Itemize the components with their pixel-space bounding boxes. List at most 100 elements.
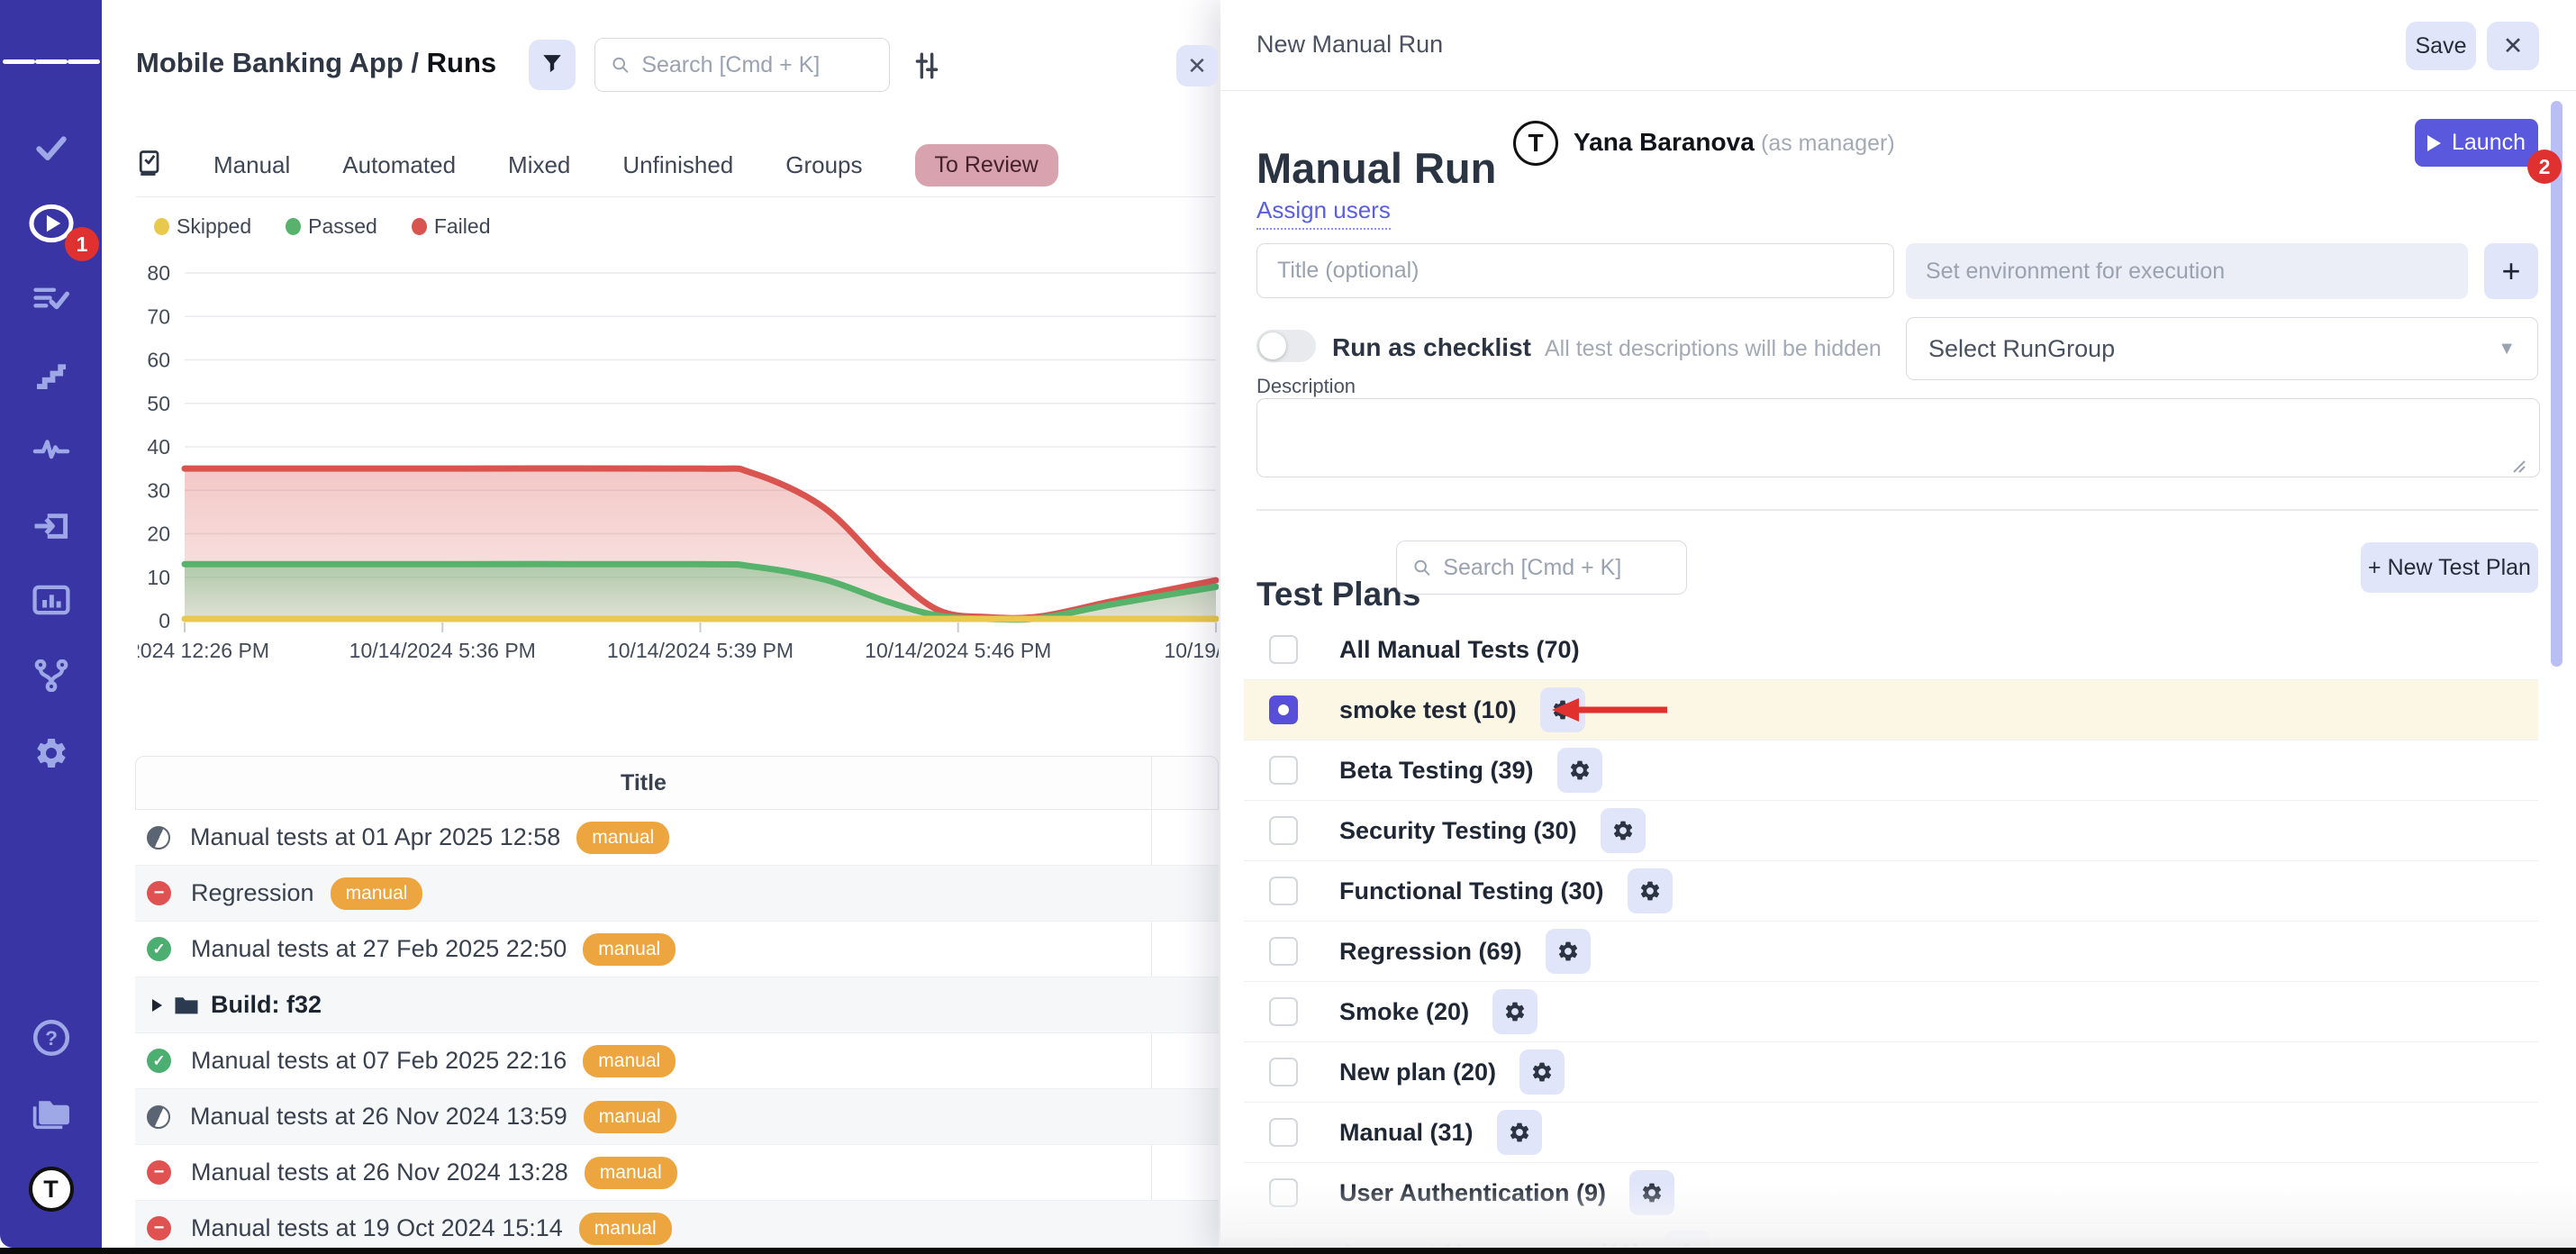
test-plan-row[interactable]: Regression (69) — [1244, 922, 2538, 982]
svg-text:60: 60 — [147, 349, 170, 372]
plan-settings-button[interactable] — [1497, 1110, 1542, 1155]
table-row[interactable]: − Manual tests at 19 Oct 2024 15:14 manu… — [135, 1201, 1219, 1254]
test-plans-search-input[interactable] — [1441, 554, 1670, 582]
app-screen: ? T 1 Mobile Banking App / Runs ✕ — [0, 0, 2576, 1254]
table-row[interactable]: ✓ Manual tests at 07 Feb 2025 22:16 manu… — [135, 1033, 1219, 1089]
plan-settings-button[interactable] — [1519, 1050, 1565, 1095]
filter-button[interactable] — [529, 40, 576, 90]
plan-settings-button[interactable] — [1557, 748, 1602, 793]
drawer-close-button[interactable]: ✕ — [2487, 22, 2539, 70]
plan-settings-button[interactable] — [1492, 989, 1537, 1034]
workspace-avatar[interactable]: T — [0, 1164, 102, 1214]
legend-failed[interactable]: Failed — [412, 214, 491, 239]
svg-text:20: 20 — [147, 522, 170, 546]
import-icon[interactable] — [0, 501, 102, 551]
legend-failed-dot — [412, 218, 427, 235]
tab-groups[interactable]: Groups — [785, 151, 862, 179]
tab-automated[interactable]: Automated — [342, 151, 456, 179]
column-title[interactable]: Title — [136, 770, 1151, 796]
table-row[interactable]: Manual tests at 01 Apr 2025 12:58 manual — [135, 810, 1219, 866]
table-row[interactable]: Manual tests at 26 Nov 2024 13:59 manual — [135, 1089, 1219, 1145]
projects-folder-icon[interactable] — [0, 1088, 102, 1139]
plan-checkbox[interactable] — [1269, 997, 1298, 1026]
svg-text:80: 80 — [147, 261, 170, 285]
plan-checkbox[interactable] — [1269, 877, 1298, 905]
svg-text:07/2024 12:26 PM: 07/2024 12:26 PM — [138, 639, 269, 662]
plan-settings-button[interactable] — [1629, 1170, 1674, 1215]
test-plan-row[interactable]: Manual (31) — [1244, 1103, 2538, 1163]
plan-checkbox[interactable] — [1269, 756, 1298, 785]
status-in-progress-icon — [147, 826, 170, 850]
branches-icon[interactable] — [0, 650, 102, 701]
manager-name: Yana Baranova — [1574, 128, 1755, 157]
test-plan-row[interactable]: User Authentication (9) — [1244, 1163, 2538, 1223]
legend-skipped-dot — [154, 218, 169, 235]
new-test-plan-button[interactable]: + New Test Plan — [2361, 542, 2538, 593]
tab-manual[interactable]: Manual — [213, 151, 290, 179]
tab-to-review[interactable]: To Review — [915, 144, 1058, 186]
drawer-scrollbar[interactable] — [2551, 101, 2562, 667]
plan-checkbox[interactable] — [1269, 816, 1298, 845]
checklist-label: Run as checklist — [1332, 333, 1531, 362]
plan-settings-button[interactable] — [1546, 929, 1591, 974]
reports-chart-icon[interactable] — [0, 575, 102, 625]
launch-button[interactable]: Launch — [2415, 119, 2538, 167]
drawer-header: New Manual Run Save ✕ — [1220, 0, 2576, 91]
plan-settings-button[interactable] — [1601, 808, 1646, 853]
settings-gear-icon[interactable] — [0, 728, 102, 778]
analytics-pulse-icon[interactable] — [0, 423, 102, 474]
test-plan-list: All Manual Tests (70) smoke test (10) Be… — [1244, 620, 2538, 1254]
test-plan-row[interactable]: Smoke (20) — [1244, 982, 2538, 1042]
test-plan-row[interactable]: All Manual Tests (70) — [1244, 620, 2538, 680]
test-plan-row[interactable]: Beta Testing (39) — [1244, 741, 2538, 801]
tab-mixed[interactable]: Mixed — [508, 151, 570, 179]
plan-settings-button[interactable] — [1628, 868, 1673, 913]
breadcrumb-project[interactable]: Mobile Banking App — [136, 47, 404, 78]
rungroup-select[interactable]: Select RunGroup ▼ — [1906, 317, 2538, 380]
breadcrumb-page: Runs — [427, 47, 497, 78]
plan-checkbox[interactable] — [1269, 635, 1298, 664]
tab-unfinished[interactable]: Unfinished — [622, 151, 733, 179]
filter-settings-icon[interactable] — [912, 50, 942, 81]
select-runs-icon[interactable] — [136, 150, 161, 181]
legend-passed[interactable]: Passed — [286, 214, 377, 239]
svg-text:10/14/2024 5:39 PM: 10/14/2024 5:39 PM — [607, 639, 794, 662]
plan-checkbox[interactable] — [1269, 937, 1298, 966]
tests-check-icon[interactable] — [0, 123, 102, 173]
table-row[interactable]: − Regression manual — [135, 866, 1219, 922]
panel-close-button[interactable]: ✕ — [1176, 45, 1218, 86]
annotation-badge-1: 1 — [65, 227, 99, 261]
search-icon — [612, 55, 629, 75]
save-button[interactable]: Save — [2406, 22, 2476, 70]
table-row-folder[interactable]: Build: f32 — [135, 977, 1219, 1033]
test-plan-row-selected[interactable]: smoke test (10) — [1244, 680, 2538, 741]
plan-checkbox-checked[interactable] — [1269, 695, 1298, 724]
run-title-input[interactable] — [1256, 243, 1894, 298]
status-passed-icon: ✓ — [147, 937, 171, 961]
plan-checkbox[interactable] — [1269, 1058, 1298, 1086]
test-plan-row[interactable]: Security Testing (30) — [1244, 801, 2538, 861]
help-icon[interactable]: ? — [0, 1013, 102, 1063]
description-textarea[interactable] — [1256, 398, 2540, 477]
run-as-checklist-toggle[interactable] — [1256, 330, 1316, 362]
legend-skipped[interactable]: Skipped — [154, 214, 251, 239]
runs-search-input[interactable] — [639, 51, 873, 79]
play-icon — [2427, 135, 2441, 151]
environment-input[interactable] — [1906, 243, 2468, 299]
manual-badge: manual — [585, 1157, 677, 1189]
plan-checkbox[interactable] — [1269, 1178, 1298, 1207]
assign-users-link[interactable]: Assign users — [1256, 196, 1391, 230]
test-plan-row[interactable]: Functional Testing (30) — [1244, 861, 2538, 922]
results-list-icon[interactable] — [0, 274, 102, 324]
milestones-steps-icon[interactable] — [0, 350, 102, 400]
manual-badge: manual — [583, 933, 676, 966]
add-environment-button[interactable]: + — [2484, 243, 2538, 299]
table-row[interactable]: ✓ Manual tests at 27 Feb 2025 22:50 manu… — [135, 922, 1219, 977]
test-plan-row[interactable]: New plan (20) — [1244, 1042, 2538, 1103]
resize-handle[interactable] — [2510, 458, 2526, 474]
manual-badge: manual — [583, 1045, 676, 1077]
menu-icon[interactable] — [0, 36, 102, 86]
plan-checkbox[interactable] — [1269, 1118, 1298, 1147]
expand-caret-icon[interactable] — [152, 999, 162, 1012]
table-row[interactable]: − Manual tests at 26 Nov 2024 13:28 manu… — [135, 1145, 1219, 1201]
